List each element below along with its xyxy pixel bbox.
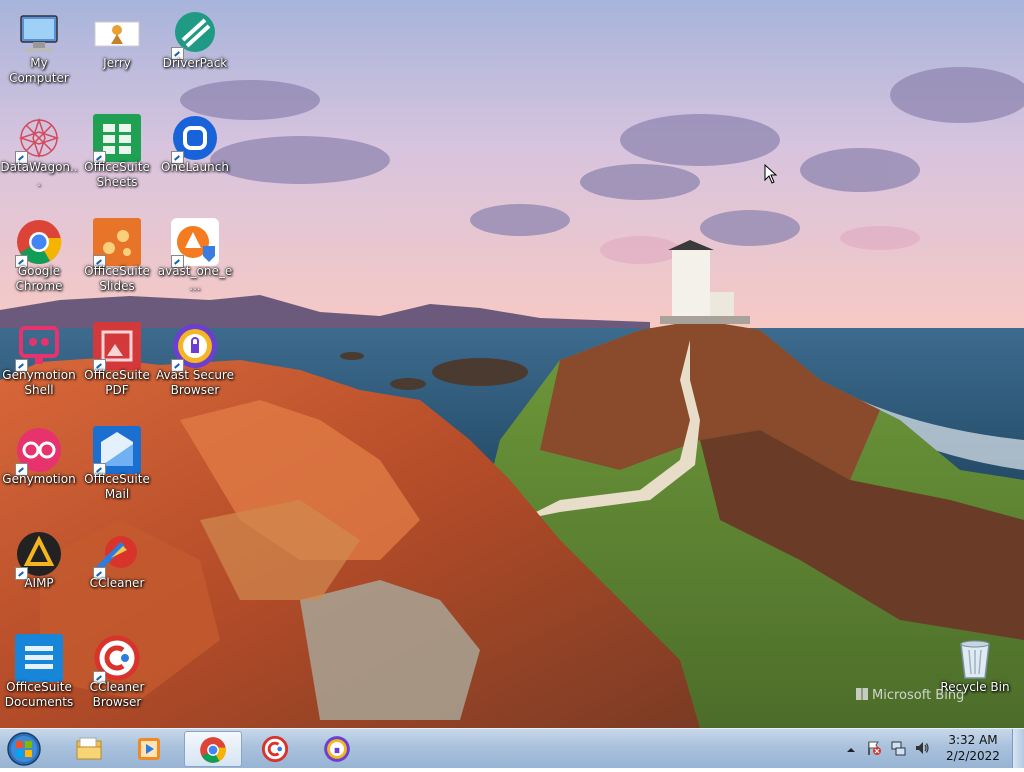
volume-button[interactable] xyxy=(914,740,930,756)
recycle-bin-icon xyxy=(960,640,990,679)
desktop-icon-label: DriverPack xyxy=(162,56,228,70)
desktop-icon-genymotion[interactable]: Genymotion xyxy=(0,420,78,524)
show-hidden-icons-button[interactable] xyxy=(845,741,857,753)
desktop-icon-label: OfficeSuite PDF xyxy=(84,368,150,397)
my-computer-icon xyxy=(20,15,58,52)
desktop-icon-driverpack[interactable]: DriverPack xyxy=(156,4,234,108)
file-explorer-icon xyxy=(76,737,102,760)
ccleaner-browser-icon xyxy=(261,735,289,763)
action-center-flag-icon xyxy=(868,741,881,755)
desktop-icon-label: CCleaner Browser xyxy=(89,680,145,709)
chrome-icon xyxy=(200,737,227,763)
desktop-icon-jerry[interactable]: Jerry xyxy=(78,4,156,108)
chevron-up-icon xyxy=(847,748,855,752)
desktop-icon-officesuite-pdf[interactable]: OfficeSuite PDF xyxy=(78,316,156,420)
desktop-icon-google-chrome[interactable]: Google Chrome xyxy=(0,212,78,316)
desktop-icon-officesuite-sheets[interactable]: OfficeSuite Sheets xyxy=(78,108,156,212)
speaker-icon xyxy=(916,742,929,754)
mouse-cursor-icon xyxy=(764,164,778,184)
desktop-icon-label: OfficeSuite Sheets xyxy=(84,160,150,189)
desktop-icon-my-computer[interactable]: My Computer xyxy=(0,4,78,108)
watermark-text: Microsoft Bing xyxy=(872,688,965,703)
desktop-icon-avast-one[interactable]: avast_one_e... xyxy=(156,212,234,316)
desktop-icon-genymotion-shell[interactable]: Genymotion Shell xyxy=(0,316,78,420)
desktop-icon-label: OfficeSuite Documents xyxy=(4,680,74,709)
clock-date: 2/2/2022 xyxy=(946,749,1000,763)
network-status-button[interactable] xyxy=(890,740,906,756)
desktop-icon-officesuite-documents[interactable]: OfficeSuite Documents xyxy=(0,628,78,728)
taskbar-file-explorer-button[interactable] xyxy=(62,731,116,767)
clock-button[interactable]: 3:32 AM 2/2/2022 xyxy=(942,732,1004,766)
taskbar-ccleaner-browser-button[interactable] xyxy=(248,731,302,767)
jerry-icon xyxy=(94,21,140,47)
desktop-icon-label: DataWagon... xyxy=(0,160,78,189)
desktop-icon-label: CCleaner xyxy=(89,576,145,590)
desktop-icon-onelaunch[interactable]: OneLaunch xyxy=(156,108,234,212)
taskbar: 3:32 AM 2/2/2022 xyxy=(0,728,1024,768)
desktop-icon-aimp[interactable]: AIMP xyxy=(0,524,78,628)
windows-start-orb-icon xyxy=(7,732,41,766)
desktop-icon-label: OfficeSuite Mail xyxy=(84,472,150,501)
desktop-icon-label: OfficeSuite Slides xyxy=(84,264,150,293)
desktop-icon-label: Avast Secure Browser xyxy=(156,368,234,397)
desktop-icon-label: Jerry xyxy=(103,56,131,70)
taskbar-media-player-button[interactable] xyxy=(122,731,176,767)
show-desktop-button[interactable] xyxy=(1012,729,1024,768)
start-button[interactable] xyxy=(4,730,48,768)
desktop-icon-label: My Computer xyxy=(9,56,69,85)
desktop-icon-label: Genymotion Shell xyxy=(2,368,76,397)
desktop-icon-label: Genymotion xyxy=(2,472,76,486)
avast-secure-browser-icon xyxy=(324,736,350,762)
desktop-icon-recycle-bin[interactable]: Recycle Bin xyxy=(936,628,1014,728)
desktop-icon-label: AIMP xyxy=(24,576,54,590)
desktop-icon-label: OneLaunch xyxy=(161,160,229,174)
media-player-icon xyxy=(138,738,160,760)
desktop-icon-officesuite-slides[interactable]: OfficeSuite Slides xyxy=(78,212,156,316)
desktop-icon-ccleaner[interactable]: CCleaner xyxy=(78,524,156,628)
taskbar-avast-secure-browser-button[interactable] xyxy=(310,731,364,767)
taskbar-chrome-button[interactable] xyxy=(184,731,242,767)
desktop-icon-officesuite-mail[interactable]: OfficeSuite Mail xyxy=(78,420,156,524)
desktop-icon-label: avast_one_e... xyxy=(157,264,233,293)
desktop-icon-avast-secure-browser[interactable]: Avast Secure Browser xyxy=(156,316,234,420)
action-center-flag-button[interactable] xyxy=(866,740,882,756)
bing-watermark: Microsoft Bing xyxy=(856,688,964,703)
desktop-icon-ccleaner-browser[interactable]: CCleaner Browser xyxy=(78,628,156,728)
desktop[interactable]: My Computer Jerry DriverPack DataWagon..… xyxy=(0,0,1024,728)
clock-time: 3:32 AM xyxy=(948,733,998,747)
network-icon xyxy=(891,741,906,756)
desktop-icon-datawagon[interactable]: DataWagon... xyxy=(0,108,78,212)
officesuite-documents-icon xyxy=(15,634,63,682)
microsoft-logo-icon xyxy=(856,688,868,700)
desktop-icon-label: Google Chrome xyxy=(15,264,63,293)
